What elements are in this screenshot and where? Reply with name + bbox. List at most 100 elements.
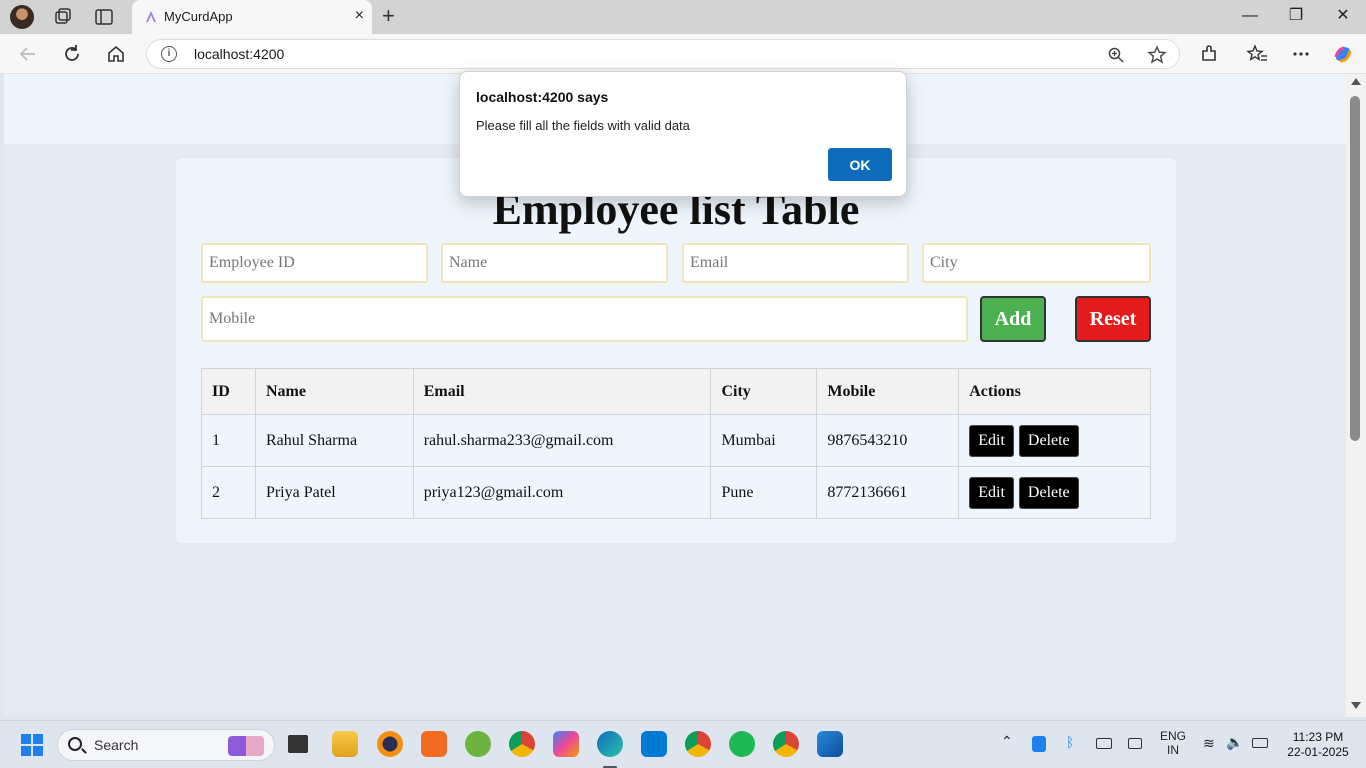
clock-date: 22-01-2025	[1287, 745, 1349, 759]
reset-button[interactable]: Reset	[1075, 296, 1151, 342]
employee-table: ID Name Email City Mobile Actions 1 Rahu…	[201, 368, 1151, 519]
windows-start-icon[interactable]	[21, 734, 43, 756]
search-icon	[68, 737, 82, 751]
favorites-icon[interactable]	[1246, 43, 1268, 65]
scroll-down-icon[interactable]	[1351, 702, 1361, 709]
cell-name: Priya Patel	[254, 466, 414, 519]
tab-close-icon[interactable]: ×	[355, 7, 364, 25]
favorite-star-icon[interactable]	[1147, 45, 1167, 65]
column-header-city: City	[710, 368, 818, 415]
browser-title-bar: MyCurdApp × + — ❐ ✕	[0, 0, 1366, 34]
cell-mobile: 9876543210	[816, 414, 960, 467]
refresh-icon[interactable]	[61, 43, 83, 65]
more-options-icon[interactable]	[1290, 43, 1312, 65]
name-input[interactable]	[441, 243, 668, 283]
column-header-id: ID	[201, 368, 256, 415]
cell-actions: Edit Delete	[958, 466, 1151, 519]
close-window-button[interactable]: ✕	[1320, 6, 1366, 26]
angular-favicon-icon	[146, 11, 156, 22]
add-button[interactable]: Add	[980, 296, 1046, 342]
table-row: 1 Rahul Sharma rahul.sharma233@gmail.com…	[201, 414, 1151, 467]
windows-taskbar: Search ⌃ ᛒ ENG IN ≋ 🔈 11:23 PM 22-01-202…	[0, 720, 1366, 768]
chrome-profile-icon[interactable]	[685, 731, 711, 757]
region-label: IN	[1167, 743, 1179, 757]
scrollbar-thumb[interactable]	[1350, 96, 1360, 441]
cell-id: 2	[201, 466, 256, 519]
minimize-button[interactable]: —	[1227, 6, 1273, 26]
search-highlight-icon	[228, 736, 264, 756]
alert-dialog: localhost:4200 says Please fill all the …	[459, 71, 907, 197]
spotify-icon[interactable]	[729, 731, 755, 757]
cell-id: 1	[201, 414, 256, 467]
email-input[interactable]	[682, 243, 909, 283]
table-header-row: ID Name Email City Mobile Actions	[201, 368, 1151, 415]
battery-icon[interactable]	[1252, 738, 1268, 748]
tab-title: MyCurdApp	[164, 9, 233, 24]
chrome-second-profile-icon[interactable]	[773, 731, 799, 757]
city-input[interactable]	[922, 243, 1151, 283]
cell-city: Mumbai	[710, 414, 818, 467]
edit-button[interactable]: Edit	[969, 476, 1014, 509]
cell-name: Rahul Sharma	[254, 414, 414, 467]
column-header-mobile: Mobile	[816, 368, 960, 415]
mobile-input[interactable]	[201, 296, 968, 342]
clock-time: 11:23 PM	[1292, 730, 1344, 744]
column-header-name: Name	[254, 368, 414, 415]
cell-email: rahul.sharma233@gmail.com	[412, 414, 712, 467]
file-explorer-icon[interactable]	[332, 731, 358, 757]
address-url[interactable]: localhost:4200	[194, 46, 284, 62]
cell-city: Pune	[710, 466, 818, 519]
delete-button[interactable]: Delete	[1018, 424, 1079, 457]
tab-actions-icon[interactable]	[94, 7, 114, 27]
chrome-icon[interactable]	[509, 731, 535, 757]
dialog-title: localhost:4200 says	[476, 89, 609, 105]
display-icon[interactable]	[1128, 738, 1142, 749]
edge-icon[interactable]	[597, 731, 623, 768]
volume-icon[interactable]: 🔈	[1226, 734, 1243, 751]
table-row: 2 Priya Patel priya123@gmail.com Pune 87…	[201, 466, 1151, 519]
dialog-ok-button[interactable]: OK	[828, 148, 892, 181]
employee-card: Employee list Table Add Reset ID Name Em…	[176, 158, 1176, 543]
address-bar[interactable]: i localhost:4200	[146, 39, 1180, 69]
page-scrollbar[interactable]	[1346, 74, 1366, 717]
vscode-icon[interactable]	[641, 731, 667, 757]
eclipse-icon[interactable]	[377, 731, 403, 757]
language-indicator[interactable]: ENG IN	[1160, 729, 1186, 757]
taskbar-search-box[interactable]: Search	[57, 729, 275, 761]
task-view-icon[interactable]	[288, 735, 308, 753]
language-label: ENG	[1160, 729, 1187, 743]
search-label: Search	[94, 737, 139, 753]
copilot-app-icon[interactable]	[553, 731, 579, 757]
photos-icon[interactable]	[817, 731, 843, 757]
taskbar-clock[interactable]: 11:23 PM 22-01-2025	[1280, 730, 1356, 760]
dialog-message: Please fill all the fields with valid da…	[476, 118, 690, 133]
browser-navigation-bar: i localhost:4200	[0, 34, 1366, 74]
bluetooth-icon[interactable]: ᛒ	[1066, 734, 1074, 750]
wifi-icon[interactable]: ≋	[1203, 735, 1215, 752]
cell-mobile: 8772136661	[816, 466, 960, 519]
copilot-icon[interactable]	[1332, 43, 1354, 65]
maximize-button[interactable]: ❐	[1273, 6, 1319, 26]
workspaces-icon[interactable]	[53, 7, 73, 27]
column-header-email: Email	[412, 368, 712, 415]
new-tab-button[interactable]: +	[382, 4, 395, 28]
keyboard-icon[interactable]	[1096, 738, 1112, 749]
security-shield-icon[interactable]	[1032, 736, 1046, 752]
column-header-actions: Actions	[958, 368, 1151, 415]
delete-button[interactable]: Delete	[1018, 476, 1079, 509]
cell-actions: Edit Delete	[958, 414, 1151, 467]
zoom-icon[interactable]	[1107, 46, 1125, 64]
back-arrow-icon[interactable]	[17, 43, 39, 65]
xampp-icon[interactable]	[421, 731, 447, 757]
browser-tab-active[interactable]: MyCurdApp ×	[132, 0, 372, 34]
employee-id-input[interactable]	[201, 243, 428, 283]
site-info-icon[interactable]: i	[161, 46, 177, 62]
profile-avatar[interactable]	[10, 5, 34, 29]
scroll-up-icon[interactable]	[1351, 78, 1361, 85]
home-icon[interactable]	[105, 43, 127, 65]
edit-button[interactable]: Edit	[969, 424, 1014, 457]
spring-tool-icon[interactable]	[465, 731, 491, 757]
cell-email: priya123@gmail.com	[412, 466, 712, 519]
extensions-icon[interactable]	[1198, 43, 1220, 65]
show-hidden-icons-chevron-icon[interactable]: ⌃	[1001, 733, 1013, 750]
